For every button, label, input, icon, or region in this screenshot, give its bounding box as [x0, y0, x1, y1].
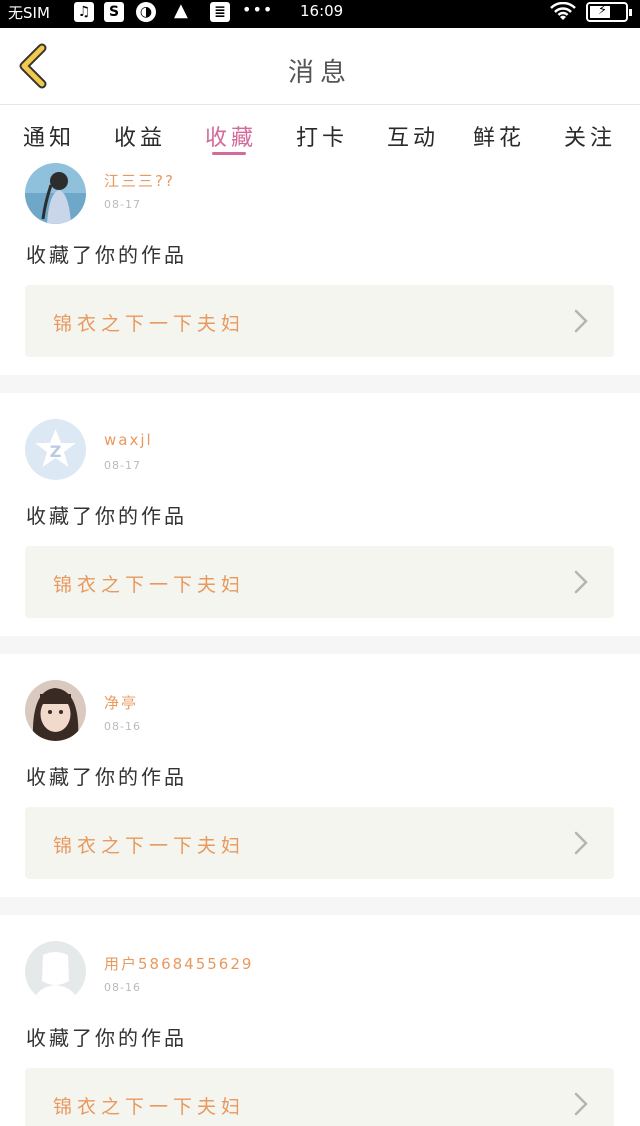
user-name[interactable]: 江三三?? [104, 170, 175, 191]
work-link[interactable]: 锦衣之下一下夫妇 [25, 546, 614, 618]
tab-favorites[interactable]: 收藏 [196, 120, 266, 152]
wifi-icon [550, 2, 576, 20]
photo-avatar-icon [25, 163, 86, 224]
action-text: 收藏了你的作品 [26, 504, 187, 528]
item-date: 08-16 [104, 720, 141, 733]
tab-interactions[interactable]: 互动 [378, 120, 448, 152]
avatar[interactable] [25, 941, 86, 1002]
work-title: 锦衣之下一下夫妇 [53, 313, 246, 335]
divider [0, 375, 640, 393]
storage-icon: ≣ [210, 2, 230, 22]
work-link[interactable]: 锦衣之下一下夫妇 [25, 807, 614, 879]
list-item: 用户5868455629 08-16 收藏了你的作品 锦衣之下一下夫妇 [0, 915, 640, 1126]
item-date: 08-17 [104, 198, 141, 211]
avatar[interactable] [25, 163, 86, 224]
work-title: 锦衣之下一下夫妇 [53, 574, 246, 596]
default-avatar-icon [25, 941, 86, 1002]
work-title: 锦衣之下一下夫妇 [53, 835, 246, 857]
avatar[interactable] [25, 680, 86, 741]
user-name[interactable]: 净亭 [104, 692, 138, 713]
item-date: 08-17 [104, 459, 141, 472]
page-title: 消息 [287, 58, 352, 88]
s-icon: S [104, 2, 124, 22]
more-notifications-icon: ••• [242, 0, 274, 19]
tab-earnings[interactable]: 收益 [105, 120, 175, 152]
photo-avatar-icon [25, 680, 86, 741]
list-item: 净亭 08-16 收藏了你的作品 锦衣之下一下夫妇 [0, 654, 640, 879]
carrier-label: 无SIM [8, 4, 50, 22]
action-text: 收藏了你的作品 [26, 1026, 187, 1050]
chevron-right-icon [574, 570, 588, 594]
user-name[interactable]: 用户5868455629 [104, 953, 253, 974]
battery-icon: ⚡ [586, 2, 632, 22]
chevron-right-icon [574, 1092, 588, 1116]
chat-icon: ◑ [136, 2, 156, 22]
warning-icon: ▲ [174, 0, 188, 21]
work-link[interactable]: 锦衣之下一下夫妇 [25, 1068, 614, 1126]
chevron-right-icon [574, 309, 588, 333]
tab-notifications[interactable]: 通知 [14, 120, 84, 152]
item-date: 08-16 [104, 981, 141, 994]
divider [0, 897, 640, 915]
tab-checkin[interactable]: 打卡 [287, 120, 357, 152]
svg-text:Z: Z [50, 442, 62, 461]
chevron-right-icon [574, 831, 588, 855]
list-item: Z waxjl 08-17 收藏了你的作品 锦衣之下一下夫妇 [0, 393, 640, 618]
favorites-list: 江三三?? 08-17 收藏了你的作品 锦衣之下一下夫妇 Z waxjl 08-… [0, 158, 640, 1126]
avatar[interactable]: Z [25, 419, 86, 480]
tab-following[interactable]: 关注 [555, 120, 625, 152]
music-icon: ♫ [74, 2, 94, 22]
divider [0, 636, 640, 654]
status-bar: 无SIM ♫ S ◑ ▲ ≣ ••• 16:09 ⚡ [0, 0, 640, 28]
tab-bar: 通知 收益 收藏 打卡 互动 鲜花 关注 [0, 106, 640, 158]
list-item: 江三三?? 08-17 收藏了你的作品 锦衣之下一下夫妇 [0, 158, 640, 357]
action-text: 收藏了你的作品 [26, 765, 187, 789]
action-text: 收藏了你的作品 [26, 243, 187, 267]
qzone-avatar-icon: Z [25, 419, 86, 480]
work-title: 锦衣之下一下夫妇 [53, 1096, 246, 1118]
work-link[interactable]: 锦衣之下一下夫妇 [25, 285, 614, 357]
clock: 16:09 [300, 2, 344, 20]
active-tab-indicator [212, 152, 246, 155]
header: 消息 [0, 28, 640, 105]
tab-flowers[interactable]: 鲜花 [464, 120, 534, 152]
user-name[interactable]: waxjl [104, 431, 153, 449]
